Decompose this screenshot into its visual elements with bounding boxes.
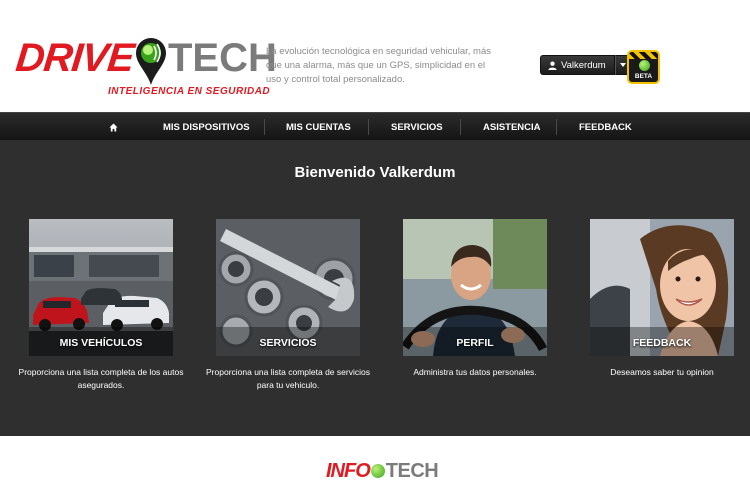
card-label: PERFIL	[456, 337, 494, 349]
tools-image	[216, 219, 360, 356]
main-nav: MIS DISPOSITIVOS MIS CUENTAS SERVICIOS A…	[0, 112, 750, 140]
user-menu: Valkerdum	[540, 55, 632, 75]
user-name: Valkerdum	[561, 59, 606, 71]
card-description: Proporciona una lista completa de los au…	[18, 367, 184, 390]
nav-servicios[interactable]: SERVICIOS	[391, 113, 443, 141]
nav-separator	[460, 119, 461, 135]
card-label: MIS VEHÍCULOS	[59, 337, 143, 349]
nav-home[interactable]	[109, 113, 118, 141]
main-content: Bienvenido Valkerdum MIS VEHÍCULOS Propo…	[0, 140, 750, 436]
card-description: Proporciona una lista completa de servic…	[206, 367, 370, 390]
nav-separator	[264, 119, 265, 135]
header-tagline: La evolución tecnológica en seguridad ve…	[266, 46, 491, 85]
gps-pin-icon	[136, 38, 166, 85]
nav-asistencia[interactable]: ASISTENCIA	[483, 113, 541, 141]
card-label: FEEDBACK	[632, 337, 692, 349]
logo-tagline: INTELIGENCIA EN SEGURIDAD	[108, 86, 271, 97]
header: DRIVE TECH INTELIGENCIA EN SEGURIDAD La …	[0, 0, 750, 112]
beta-label: BETA	[634, 73, 653, 80]
infotech-logo[interactable]: INFO TECH	[326, 459, 439, 482]
vehicles-image	[29, 219, 173, 356]
nav-separator	[368, 119, 369, 135]
green-dot-icon	[639, 60, 650, 71]
card-perfil[interactable]: PERFIL	[403, 219, 547, 356]
caret-down-icon	[620, 63, 627, 67]
logo-word-tech: TECH	[168, 36, 277, 80]
user-icon	[548, 61, 557, 70]
driver-image	[403, 219, 547, 356]
green-dot-icon	[370, 464, 385, 478]
footer: INFO TECH	[0, 436, 750, 500]
card-mis-vehiculos[interactable]: MIS VEHÍCULOS	[29, 219, 173, 356]
hazard-stripe	[629, 52, 658, 59]
logo-word-drive: DRIVE	[13, 36, 136, 80]
nav-feedback[interactable]: FEEDBACK	[579, 113, 632, 141]
footer-logo-word-info: INFO	[326, 459, 371, 482]
beta-badge[interactable]: BETA	[627, 50, 660, 84]
card-description: Deseamos saber tu opinion	[610, 367, 714, 377]
footer-logo-word-tech: TECH	[385, 459, 439, 482]
user-button[interactable]: Valkerdum	[540, 55, 615, 75]
drivetech-logo[interactable]: DRIVE TECH INTELIGENCIA EN SEGURIDAD	[13, 36, 277, 102]
nav-mis-cuentas[interactable]: MIS CUENTAS	[286, 113, 351, 141]
card-servicios[interactable]: SERVICIOS	[216, 219, 360, 356]
woman-driver-image	[590, 219, 734, 356]
card-label: SERVICIOS	[259, 337, 317, 349]
card-description: Administra tus datos personales.	[413, 367, 537, 377]
welcome-heading: Bienvenido Valkerdum	[294, 164, 456, 181]
nav-separator	[556, 119, 557, 135]
nav-mis-dispositivos[interactable]: MIS DISPOSITIVOS	[163, 113, 250, 141]
card-feedback[interactable]: FEEDBACK	[590, 219, 734, 356]
home-icon	[109, 122, 118, 132]
